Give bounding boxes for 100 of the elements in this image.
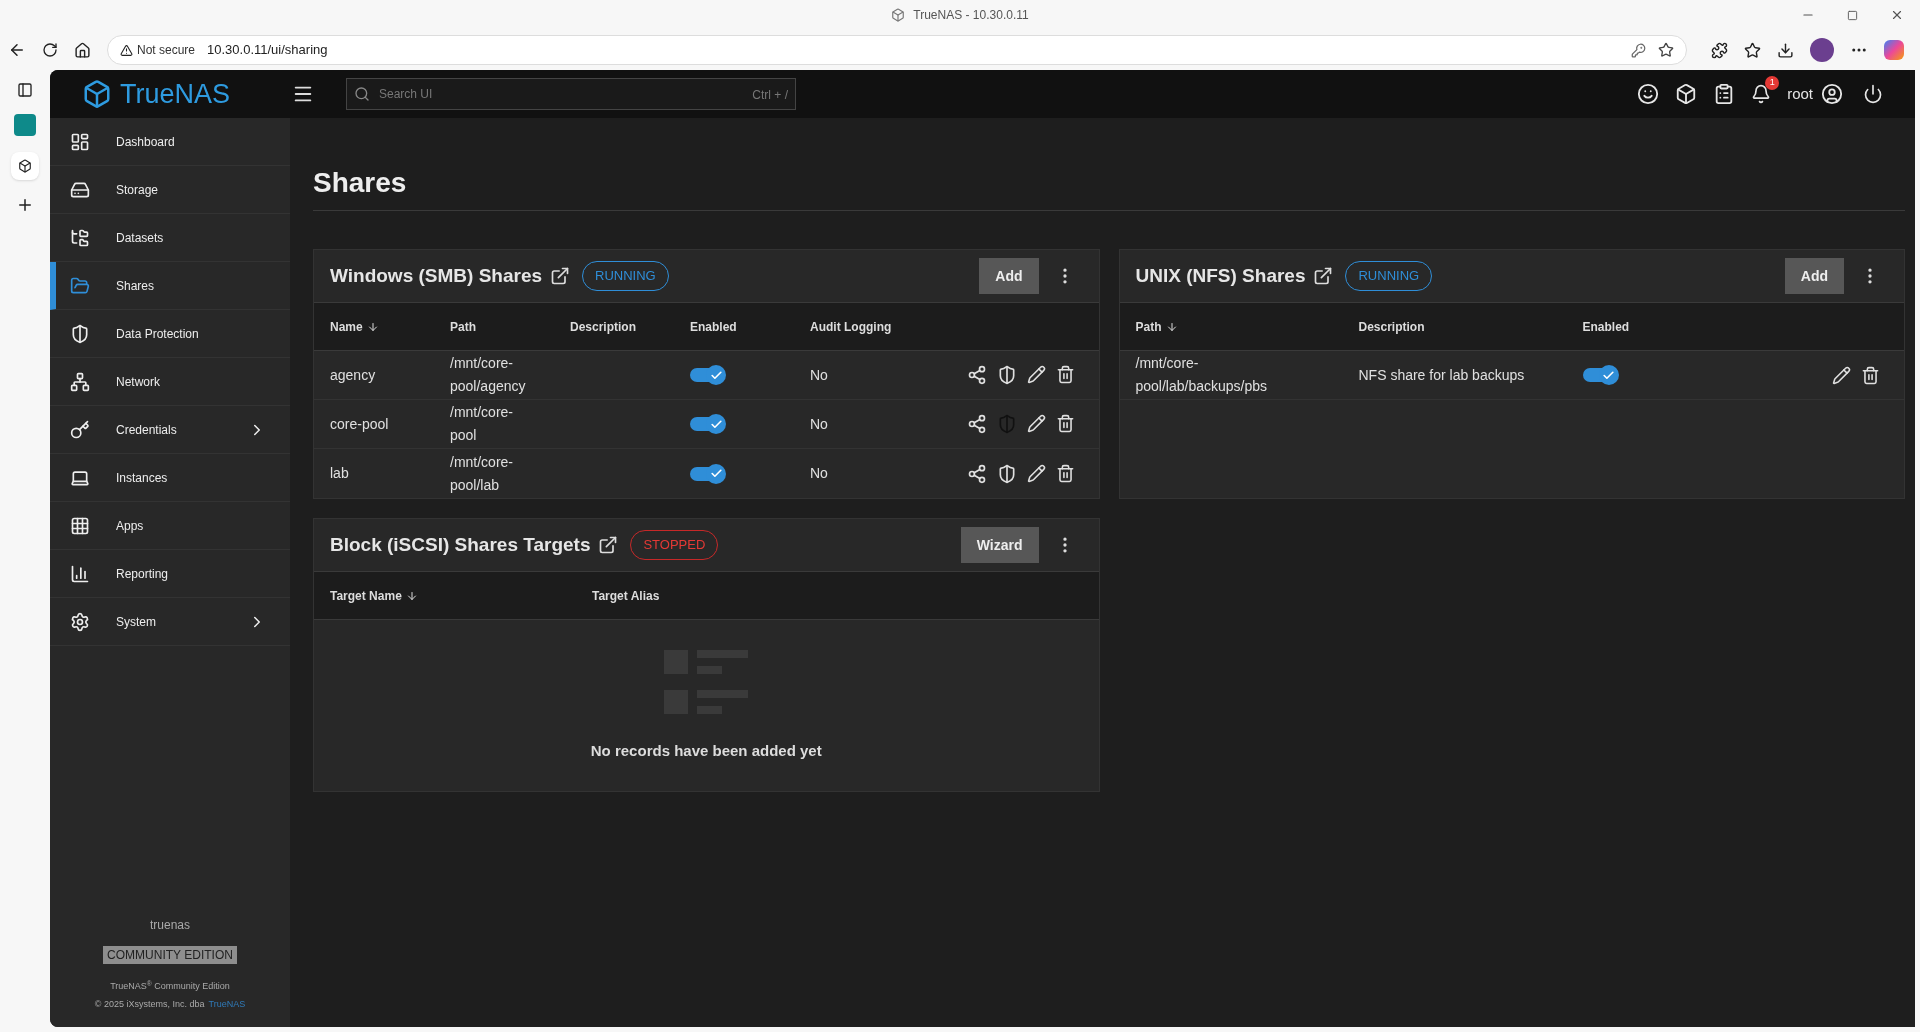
- user-name[interactable]: root: [1787, 82, 1813, 106]
- extensions-icon[interactable]: [1711, 41, 1728, 59]
- favorite-icon[interactable]: [1658, 42, 1674, 58]
- column-header[interactable]: Target Name: [330, 586, 418, 605]
- sort-arrow-icon[interactable]: [1165, 320, 1178, 333]
- edit-icon[interactable]: [1026, 463, 1046, 483]
- shortcut-hint: Ctrl + /: [752, 87, 788, 104]
- folder-icon: [70, 275, 90, 296]
- cube-icon[interactable]: [1675, 83, 1698, 105]
- app-tab-icon[interactable]: [14, 114, 36, 136]
- action-button[interactable]: Add: [1784, 258, 1844, 294]
- table-cell-text: /mnt/core-pool: [450, 403, 514, 445]
- check-icon: [709, 467, 723, 480]
- nav-item[interactable]: Instances: [50, 454, 290, 502]
- copyright-text: © 2025 iXsystems, Inc. dba: [94, 997, 205, 1011]
- column-header[interactable]: Enabled: [690, 317, 737, 336]
- share-icon[interactable]: [966, 414, 987, 434]
- logo-text[interactable]: TrueNAS: [120, 73, 231, 115]
- toggle-switch[interactable]: [1582, 365, 1619, 385]
- edit-icon[interactable]: [1026, 414, 1046, 433]
- delete-icon[interactable]: [1861, 365, 1880, 385]
- nav-item[interactable]: Shares: [50, 262, 290, 310]
- download-icon[interactable]: [1777, 41, 1794, 59]
- maximize-icon[interactable]: [1847, 9, 1858, 21]
- site-icon: [891, 8, 906, 22]
- nav-item[interactable]: Datasets: [50, 214, 290, 262]
- address-bar[interactable]: Not secure 10.30.0.11/ui/sharing: [107, 35, 1687, 65]
- table-cell-text: /mnt/core-pool/agency: [450, 354, 527, 396]
- url-text[interactable]: 10.30.0.11/ui/sharing: [207, 40, 328, 60]
- column-header[interactable]: Target Alias: [592, 586, 660, 605]
- user-icon[interactable]: [1821, 83, 1843, 105]
- column-header[interactable]: Description: [570, 317, 636, 336]
- column-header[interactable]: Enabled: [1582, 317, 1630, 336]
- card-title: Windows (SMB) Shares: [330, 263, 542, 288]
- copilot-icon[interactable]: [1884, 40, 1904, 60]
- share-icon[interactable]: [966, 365, 987, 385]
- check-icon: [709, 417, 723, 431]
- card-title: Block (iSCSI) Shares Targets: [330, 532, 591, 557]
- action-button[interactable]: Wizard: [960, 527, 1039, 563]
- external-link-icon[interactable]: [598, 535, 619, 555]
- active-tab-icon[interactable]: [11, 152, 39, 180]
- nav-item[interactable]: Reporting: [50, 550, 290, 598]
- logo-icon: [82, 79, 112, 109]
- tabs-icon[interactable]: [17, 82, 33, 98]
- table-cell-text: /mnt/core-pool/lab/backups/pbs: [1135, 354, 1269, 396]
- table-cell: core-pool: [330, 415, 389, 432]
- table-cell: No: [810, 415, 828, 432]
- delete-icon[interactable]: [1055, 414, 1075, 433]
- nav-item[interactable]: Credentials: [50, 406, 290, 454]
- notification-badge: 1: [1765, 76, 1780, 90]
- key-icon: [70, 419, 90, 440]
- nav-item[interactable]: Storage: [50, 166, 290, 214]
- column-header[interactable]: Audit Logging: [810, 317, 892, 336]
- edition-badge: COMMUNITY EDITION: [103, 946, 237, 964]
- warning-icon: [120, 43, 133, 57]
- column-header[interactable]: Path: [450, 317, 476, 336]
- external-link-icon[interactable]: [550, 266, 570, 286]
- empty-message: No records have been added yet: [590, 741, 822, 761]
- back-icon[interactable]: [8, 41, 26, 59]
- column-header[interactable]: Path: [1135, 317, 1178, 336]
- delete-icon[interactable]: [1055, 365, 1075, 384]
- window-title: TrueNAS - 10.30.0.11: [913, 7, 1029, 24]
- toggle-switch[interactable]: [690, 463, 726, 484]
- nav-item[interactable]: Data Protection: [50, 310, 290, 358]
- delete-icon[interactable]: [1055, 463, 1075, 483]
- home-icon[interactable]: [74, 41, 91, 59]
- profile-avatar[interactable]: [1810, 38, 1834, 62]
- nav-item[interactable]: Apps: [50, 502, 290, 550]
- close-icon[interactable]: [1890, 8, 1904, 22]
- settings-icon: [70, 611, 90, 632]
- external-link-icon[interactable]: [1313, 266, 1334, 286]
- smiley-icon[interactable]: [1637, 83, 1660, 105]
- edit-icon[interactable]: [1026, 365, 1046, 384]
- sort-arrow-icon[interactable]: [405, 589, 418, 602]
- table-cell: No: [810, 465, 828, 481]
- favorites-icon[interactable]: [1744, 41, 1761, 59]
- column-header[interactable]: Description: [1358, 317, 1425, 336]
- nav-item[interactable]: Dashboard: [50, 118, 290, 166]
- tree-icon: [70, 227, 90, 248]
- key-icon[interactable]: [1631, 42, 1646, 58]
- action-button[interactable]: Add: [979, 258, 1039, 294]
- column-header[interactable]: Name: [330, 317, 379, 336]
- nav-item[interactable]: Network: [50, 358, 290, 406]
- table-cell: lab: [330, 465, 349, 481]
- security-label[interactable]: Not secure: [137, 41, 196, 59]
- new-tab-icon[interactable]: [16, 196, 34, 214]
- sort-arrow-icon[interactable]: [366, 320, 379, 333]
- reload-icon[interactable]: [42, 42, 58, 58]
- nav-item[interactable]: System: [50, 598, 290, 646]
- bar-chart-icon: [70, 563, 90, 584]
- share-icon[interactable]: [966, 463, 987, 484]
- bell-icon[interactable]: [1751, 84, 1772, 104]
- edit-icon[interactable]: [1832, 365, 1851, 385]
- power-icon[interactable]: [1863, 84, 1883, 104]
- toggle-switch[interactable]: [690, 414, 726, 434]
- table-cell-text: /mnt/core-pool/lab: [450, 452, 514, 495]
- product-text: TrueNAS$^{®}$ Community Edition: [110, 980, 230, 993]
- toggle-switch[interactable]: [690, 365, 726, 385]
- card-title: UNIX (NFS) Shares: [1135, 263, 1306, 288]
- table-cell: No: [810, 366, 828, 383]
